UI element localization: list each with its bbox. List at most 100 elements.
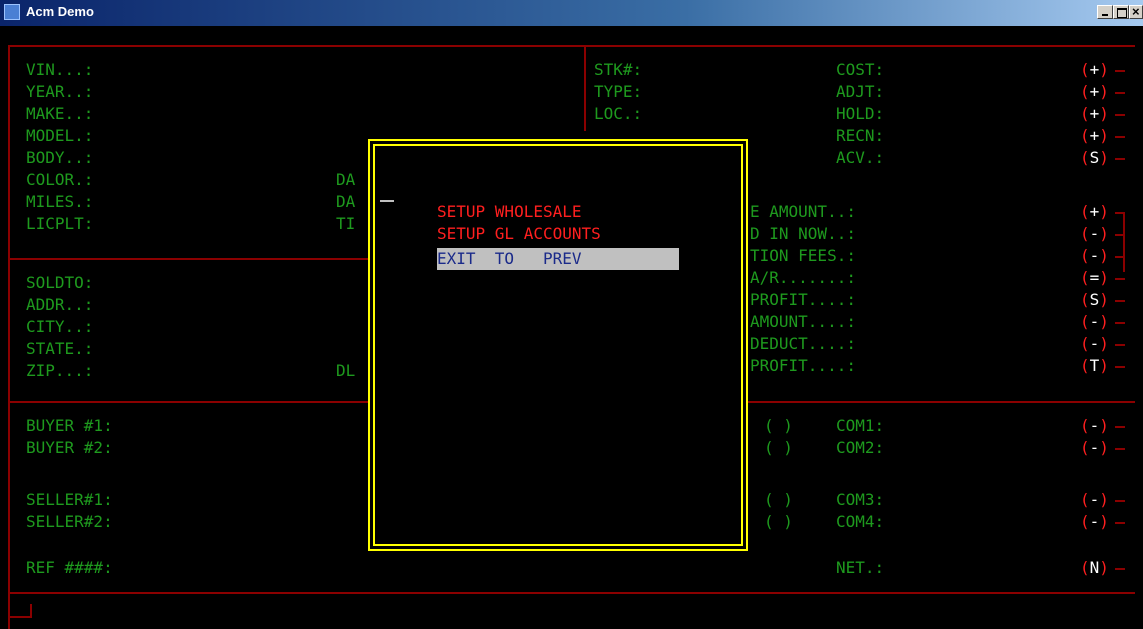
commission-indicator[interactable]: (-) [1080, 511, 1109, 533]
cost-indicator[interactable]: (+) [1080, 103, 1109, 125]
section-divider-2b [748, 401, 1135, 403]
frame-divider [584, 45, 586, 131]
deal-label: TION FEES.: [750, 246, 856, 265]
deal-indicator[interactable]: (-) [1080, 333, 1109, 355]
commission-indicator[interactable]: (-) [1080, 489, 1109, 511]
deal-indicator[interactable]: (+) [1080, 201, 1109, 223]
deal-indicator-stub [1115, 322, 1125, 324]
frame-corner [8, 616, 32, 618]
customer-label: SOLDTO: [26, 273, 94, 292]
deal-label: A/R.......: [750, 268, 856, 287]
deal-indicator[interactable]: (-) [1080, 245, 1109, 267]
net-indicator[interactable]: (N) [1080, 557, 1109, 579]
title-bar[interactable]: Acm Demo [0, 0, 1143, 26]
maximize-button[interactable] [1113, 5, 1129, 19]
commission-indicator-stub [1115, 522, 1125, 524]
window-title: Acm Demo [26, 4, 94, 19]
cost-indicator-stub [1115, 136, 1125, 138]
cost-label: ACV.: [836, 148, 885, 167]
commission-indicator-stub [1115, 448, 1125, 450]
deal-indicator[interactable]: (-) [1080, 311, 1109, 333]
deal-label: D IN NOW..: [750, 224, 856, 243]
app-icon [4, 4, 20, 20]
deal-indicator-stub [1115, 344, 1125, 346]
customer-label: ADDR..: [26, 295, 94, 314]
cost-label: HOLD: [836, 104, 885, 123]
vehicle-label: BODY..: [26, 148, 94, 167]
menu-setup-wholesale[interactable]: SETUP WHOLESALE [437, 201, 582, 223]
vehicle-code: DA [336, 192, 356, 211]
frame-left [8, 45, 10, 629]
commission-indicator[interactable]: (-) [1080, 437, 1109, 459]
commission-label: COM1: [836, 416, 885, 435]
minimize-button[interactable] [1097, 5, 1113, 19]
close-button[interactable] [1129, 5, 1143, 19]
section-divider-2a [8, 401, 368, 403]
vehicle-label: MILES.: [26, 192, 94, 211]
deal-indicator[interactable]: (-) [1080, 223, 1109, 245]
cost-indicator-stub [1115, 114, 1125, 116]
menu-exit-to-prev[interactable]: EXIT TO PREV [437, 248, 679, 270]
stock-label: TYPE: [594, 82, 643, 101]
commission-party-label: BUYER #1: [26, 416, 113, 435]
vehicle-label: VIN...: [26, 60, 94, 79]
vehicle-label: YEAR..: [26, 82, 94, 101]
customer-label: ZIP...: [26, 361, 94, 380]
net-stub [1115, 568, 1125, 570]
cost-indicator[interactable]: (+) [1080, 125, 1109, 147]
ref-label: REF ####: [26, 558, 113, 577]
commission-checkbox[interactable]: ( ) [764, 437, 793, 459]
cost-label: ADJT: [836, 82, 885, 101]
frame-top [8, 45, 1135, 47]
deal-indicator-stub [1115, 212, 1125, 214]
cost-indicator[interactable]: (S) [1080, 147, 1109, 169]
commission-indicator[interactable]: (-) [1080, 415, 1109, 437]
customer-code: DL [336, 361, 356, 380]
customer-label: CITY..: [26, 317, 94, 336]
commission-label: COM3: [836, 490, 885, 509]
deal-indicator[interactable]: (T) [1080, 355, 1109, 377]
customer-label: STATE.: [26, 339, 94, 358]
frame-corner-tick [30, 604, 32, 618]
stock-label: STK#: [594, 60, 643, 79]
menu-setup-gl-accounts[interactable]: SETUP GL ACCOUNTS [437, 223, 601, 245]
deal-indicator[interactable]: (S) [1080, 289, 1109, 311]
deal-label: E AMOUNT..: [750, 202, 856, 221]
vehicle-code: TI [336, 214, 356, 233]
commission-party-label: SELLER#2: [26, 512, 113, 531]
section-divider-3 [8, 592, 1135, 594]
cost-indicator-stub [1115, 158, 1125, 160]
text-cursor [380, 200, 394, 202]
commission-indicator-stub [1115, 426, 1125, 428]
deal-indicator-stub [1115, 256, 1125, 258]
commission-checkbox[interactable]: ( ) [764, 489, 793, 511]
deal-bracket [1123, 212, 1125, 272]
commission-indicator-stub [1115, 500, 1125, 502]
deal-label: DEDUCT....: [750, 334, 856, 353]
vehicle-label: MODEL.: [26, 126, 94, 145]
deal-label: PROFIT....: [750, 290, 856, 309]
cost-indicator[interactable]: (+) [1080, 81, 1109, 103]
commission-label: COM2: [836, 438, 885, 457]
net-label: NET.: [836, 558, 885, 577]
terminal-screen[interactable]: REF ####: NET.: (N) SETUP WHOLESALE SETU… [0, 26, 1143, 629]
cost-label: COST: [836, 60, 885, 79]
deal-indicator[interactable]: (=) [1080, 267, 1109, 289]
cost-indicator[interactable]: (+) [1080, 59, 1109, 81]
deal-indicator-stub [1115, 278, 1125, 280]
cost-indicator-stub [1115, 92, 1125, 94]
deal-indicator-stub [1115, 300, 1125, 302]
vehicle-code: DA [336, 170, 356, 189]
commission-party-label: BUYER #2: [26, 438, 113, 457]
vehicle-label: COLOR.: [26, 170, 94, 189]
deal-indicator-stub [1115, 366, 1125, 368]
commission-checkbox[interactable]: ( ) [764, 415, 793, 437]
section-divider-1 [8, 258, 368, 260]
vehicle-label: LICPLT: [26, 214, 94, 233]
deal-indicator-stub [1115, 234, 1125, 236]
stock-label: LOC.: [594, 104, 643, 123]
vehicle-label: MAKE..: [26, 104, 94, 123]
commission-checkbox[interactable]: ( ) [764, 511, 793, 533]
commission-party-label: SELLER#1: [26, 490, 113, 509]
commission-label: COM4: [836, 512, 885, 531]
